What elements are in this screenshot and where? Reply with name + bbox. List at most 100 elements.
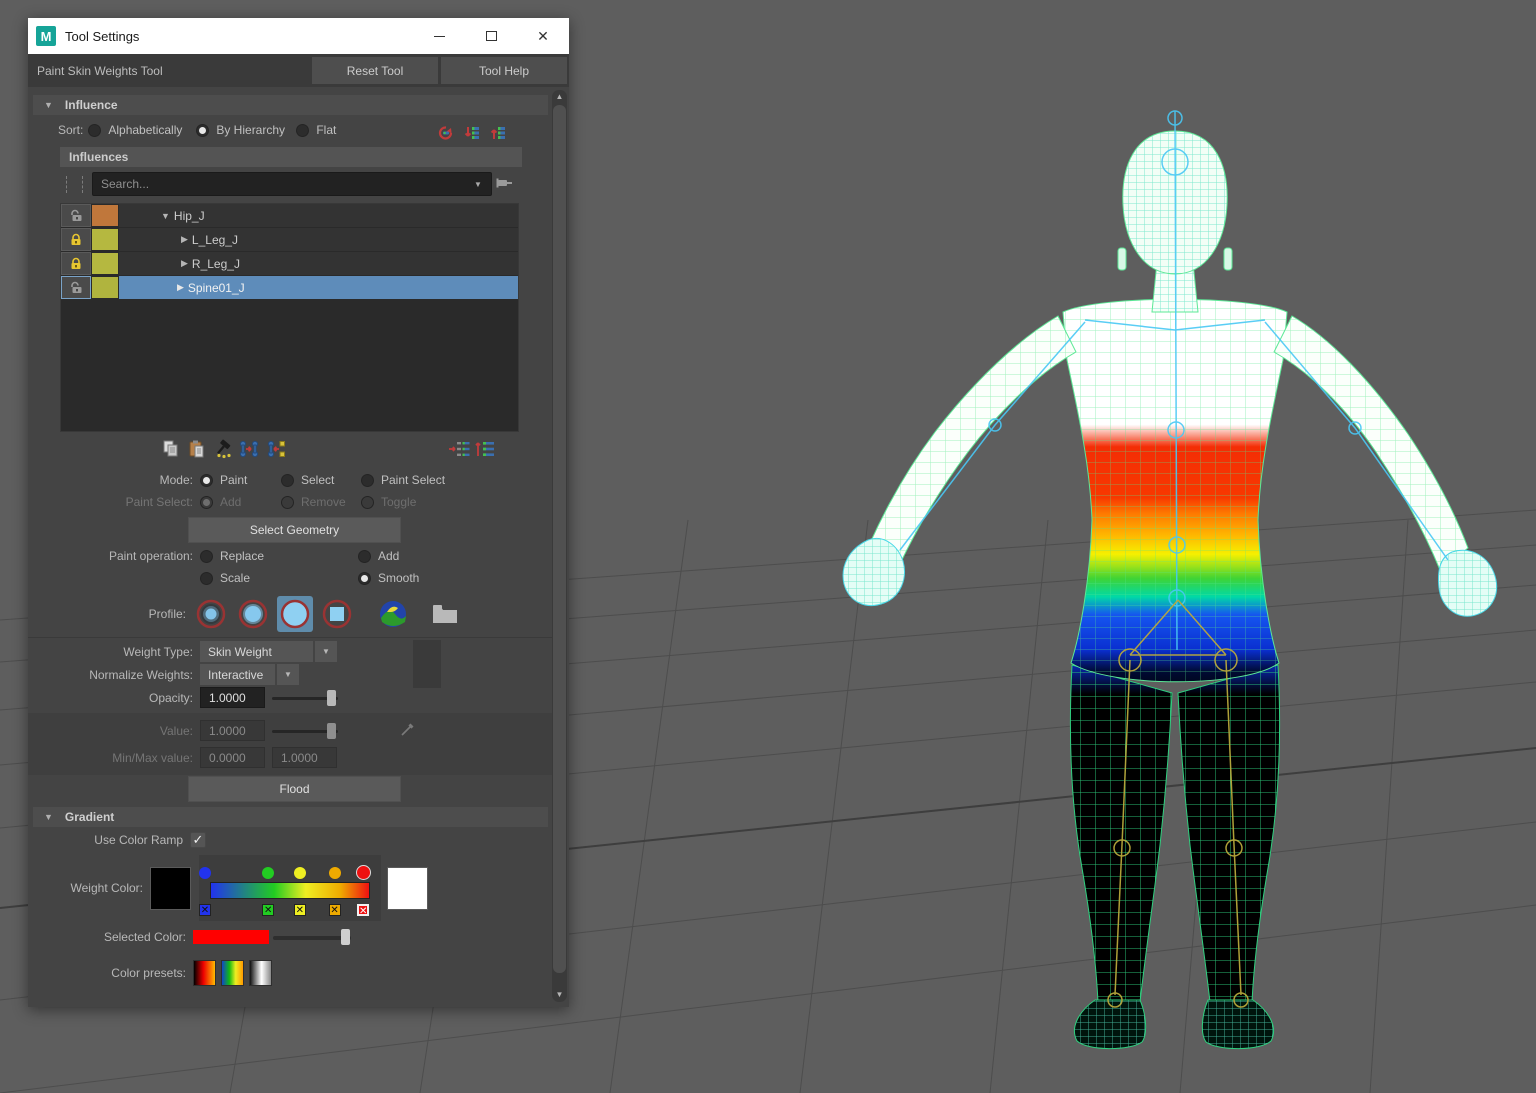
lock-icon[interactable] <box>61 228 91 251</box>
weight-type-dropdown-icon[interactable]: ▼ <box>315 641 337 662</box>
opacity-input[interactable]: 1.0000 <box>200 687 265 708</box>
influence-color-swatch[interactable] <box>91 228 119 251</box>
paste-weights-icon[interactable] <box>184 437 210 461</box>
ramp-stop-marker[interactable]: ✕ <box>329 904 341 916</box>
influence-utility-icons <box>433 121 511 145</box>
mode-paint-radio[interactable]: Paint <box>200 473 281 487</box>
brush-square-icon[interactable] <box>319 596 355 632</box>
unlock-icon[interactable] <box>61 204 91 227</box>
influence-row-l-leg[interactable]: ▶ L_Leg_J <box>61 228 518 251</box>
normalize-weights-dropdown-icon[interactable]: ▼ <box>277 664 299 685</box>
paint-operation-label: Paint operation: <box>28 549 200 563</box>
unlock-icon[interactable] <box>61 276 91 299</box>
select-geometry-button[interactable]: Select Geometry <box>188 517 401 543</box>
preset-grayscale-swatch[interactable] <box>249 960 272 986</box>
pin-icon[interactable] <box>496 176 513 193</box>
flood-button[interactable]: Flood <box>188 776 401 802</box>
scroll-down-icon[interactable]: ▼ <box>552 988 567 1002</box>
paint-op-scale-radio[interactable]: Scale <box>200 571 358 585</box>
ramp-stop-dot[interactable] <box>294 867 306 879</box>
value-slider[interactable] <box>272 723 338 739</box>
paint-op-replace-radio[interactable]: Replace <box>200 549 358 563</box>
selected-color-swatch[interactable] <box>193 930 269 944</box>
browse-profile-folder-icon[interactable] <box>427 596 463 632</box>
brush-gaussian-icon[interactable] <box>193 596 229 632</box>
ramp-end-color-swatch[interactable] <box>387 867 428 910</box>
value-group: Value: 1.0000 Min/Max value: 0.0000 1.00… <box>28 713 552 775</box>
influence-color-swatch[interactable] <box>91 252 119 275</box>
ramp-stop-dot[interactable] <box>329 867 341 879</box>
move-influence-up-icon[interactable] <box>472 437 498 461</box>
viewport-model[interactable] <box>843 111 1497 1049</box>
brush-solid-icon[interactable] <box>277 596 313 632</box>
copy-weights-icon[interactable] <box>158 437 184 461</box>
preset-fire-swatch[interactable] <box>193 960 216 986</box>
sort-weights-up-icon[interactable] <box>485 121 511 145</box>
influence-color-swatch[interactable] <box>91 276 119 299</box>
selected-color-slider[interactable] <box>273 929 351 945</box>
panel-scrollbar[interactable]: ▲ ▼ <box>552 90 567 1002</box>
ramp-stop-marker[interactable]: ✕ <box>199 904 211 916</box>
paint-select-remove-radio[interactable]: Remove <box>281 495 361 509</box>
reset-tool-button[interactable]: Reset Tool <box>312 57 438 84</box>
close-button[interactable]: ✕ <box>517 18 569 54</box>
max-value-input[interactable]: 1.0000 <box>272 747 337 768</box>
lock-icon[interactable] <box>61 252 91 275</box>
use-color-ramp-checkbox[interactable]: ✓ <box>190 832 206 848</box>
brush-image-icon[interactable] <box>375 596 411 632</box>
ramp-start-color-swatch[interactable] <box>150 867 191 910</box>
paint-op-smooth-radio[interactable]: Smooth <box>358 571 419 585</box>
ramp-stop-dot[interactable] <box>356 865 371 880</box>
ramp-stop-marker[interactable]: ✕ <box>262 904 274 916</box>
gradient-section-header[interactable]: ▼ Gradient <box>33 807 548 827</box>
color-ramp[interactable]: ✕ ✕ ✕ ✕ ✕ <box>199 855 381 921</box>
influence-color-swatch[interactable] <box>91 204 119 227</box>
move-weights-to-joint-icon[interactable] <box>236 437 262 461</box>
ramp-stop-marker[interactable]: ✕ <box>357 904 369 916</box>
search-input[interactable] <box>92 172 492 196</box>
swap-weights-icon[interactable] <box>262 437 288 461</box>
min-value-input[interactable]: 0.0000 <box>200 747 265 768</box>
maximize-button[interactable] <box>465 18 517 54</box>
sort-alphabetically-radio[interactable]: Alphabetically <box>88 123 196 137</box>
selection-brackets-icon[interactable] <box>66 176 83 193</box>
expand-arrow-icon[interactable]: ▶ <box>181 234 188 245</box>
window-titlebar[interactable]: M Tool Settings ✕ <box>28 18 569 54</box>
preset-rainbow-swatch[interactable] <box>221 960 244 986</box>
tool-help-button[interactable]: Tool Help <box>441 57 567 84</box>
prune-weights-hammer-icon[interactable] <box>210 437 236 461</box>
influence-section-header[interactable]: ▼ Influence <box>33 95 548 115</box>
paint-op-add-radio[interactable]: Add <box>358 549 399 563</box>
ramp-stop-marker[interactable]: ✕ <box>294 904 306 916</box>
paint-select-add-radio[interactable]: Add <box>200 495 281 509</box>
opacity-slider[interactable] <box>272 690 338 706</box>
scrollbar-thumb[interactable] <box>553 105 566 973</box>
sort-by-hierarchy-radio[interactable]: By Hierarchy <box>196 123 296 137</box>
expand-arrow-icon[interactable]: ▶ <box>177 282 184 293</box>
expand-arrow-icon[interactable]: ▶ <box>181 258 188 269</box>
ramp-stop-dot[interactable] <box>199 867 211 879</box>
collapse-triangle-icon: ▼ <box>44 812 53 822</box>
refresh-influences-icon[interactable] <box>433 121 459 145</box>
mode-select-radio[interactable]: Select <box>281 473 361 487</box>
sort-flat-radio[interactable]: Flat <box>296 123 336 137</box>
inner-scroll-groove <box>413 640 441 688</box>
sort-weights-down-icon[interactable] <box>459 121 485 145</box>
expand-arrow-icon[interactable]: ▼ <box>161 211 170 221</box>
influence-row-hip[interactable]: ▼ Hip_J <box>61 204 518 227</box>
influence-row-spine01[interactable]: ▶ Spine01_J <box>61 276 518 299</box>
normalize-weights-select[interactable]: Interactive <box>200 664 275 685</box>
paint-select-toggle-radio[interactable]: Toggle <box>361 495 416 509</box>
value-input[interactable]: 1.0000 <box>200 720 265 741</box>
use-color-ramp-label: Use Color Ramp <box>28 833 190 847</box>
mode-paint-select-radio[interactable]: Paint Select <box>361 473 445 487</box>
eyedropper-icon[interactable] <box>400 721 416 740</box>
color-ramp-bar[interactable] <box>210 882 370 899</box>
brush-soft-icon[interactable] <box>235 596 271 632</box>
scroll-up-icon[interactable]: ▲ <box>552 90 567 104</box>
move-influence-left-icon[interactable] <box>446 437 472 461</box>
ramp-stop-dot[interactable] <box>262 867 274 879</box>
influence-row-r-leg[interactable]: ▶ R_Leg_J <box>61 252 518 275</box>
minimize-button[interactable] <box>413 18 465 54</box>
weight-type-select[interactable]: Skin Weight <box>200 641 313 662</box>
